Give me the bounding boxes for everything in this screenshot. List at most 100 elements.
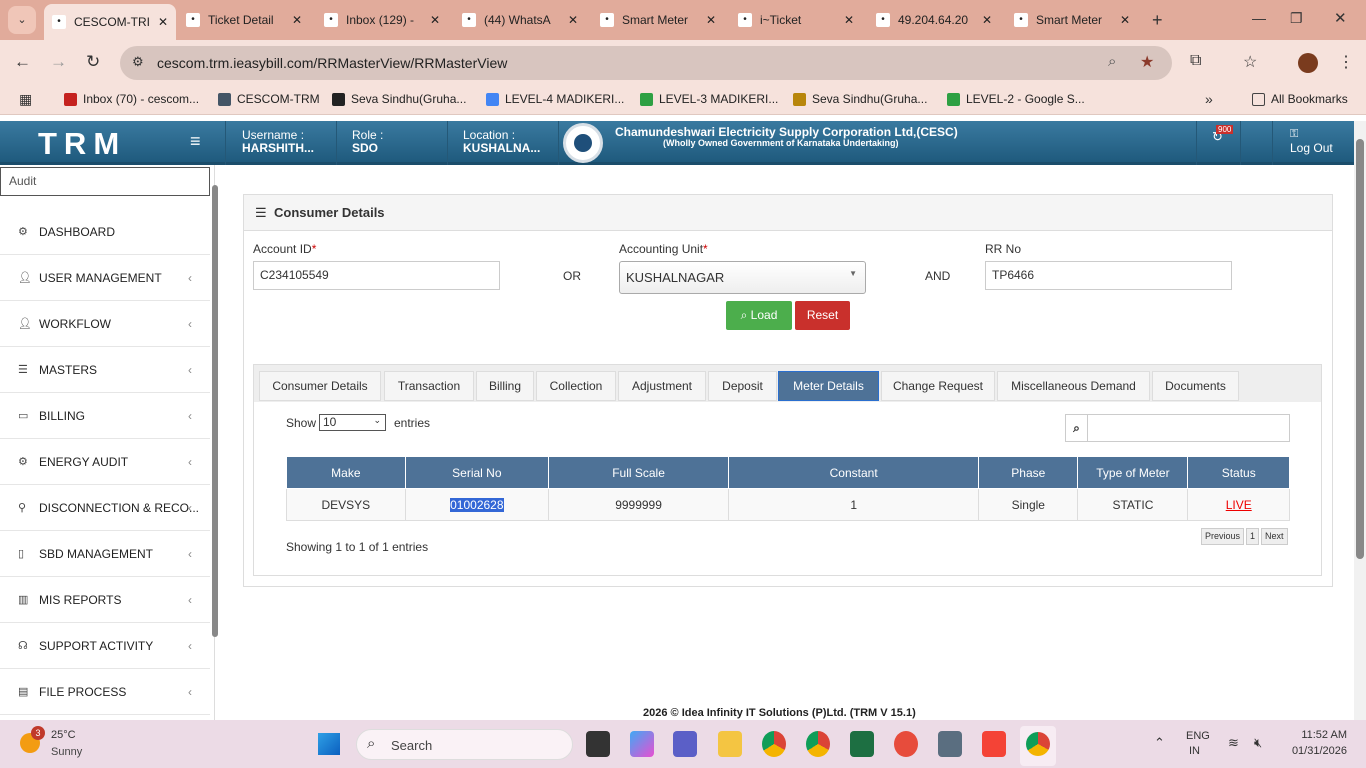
reload-icon[interactable]: ↻ — [86, 52, 100, 72]
calculator-icon[interactable] — [938, 731, 962, 757]
bookmark-item[interactable]: Seva Sindhu(Gruha... — [793, 92, 927, 106]
chrome-icon-2[interactable] — [806, 731, 830, 757]
close-tab-icon[interactable]: ✕ — [430, 13, 440, 27]
volume-muted-icon[interactable]: 🔇︎ — [1254, 735, 1262, 751]
tab-item[interactable]: Billing — [476, 371, 534, 401]
rr-no-input[interactable]: TP6466 — [985, 261, 1232, 290]
menu-search-input[interactable]: Audit — [0, 167, 210, 196]
sidebar-item[interactable]: ☰ MASTERS ‹ — [0, 347, 210, 393]
column-header[interactable]: Make — [286, 456, 406, 489]
tab-item[interactable]: Deposit — [708, 371, 777, 401]
sidebar-item[interactable]: ▭ BILLING ‹ — [0, 393, 210, 439]
tab-item[interactable]: Consumer Details — [259, 371, 381, 401]
browser-tab[interactable]: • Inbox (129) - ✕ — [316, 6, 448, 34]
column-header[interactable]: Phase — [978, 456, 1079, 489]
excel-icon[interactable] — [850, 731, 874, 757]
table-search-input[interactable]: ⌕ — [1065, 414, 1290, 442]
url-text[interactable]: cescom.trm.ieasybill.com/RRMasterView/RR… — [157, 55, 507, 71]
account-id-input[interactable]: C234105549 — [253, 261, 500, 290]
app-icon[interactable] — [894, 731, 918, 757]
tab-item[interactable]: Miscellaneous Demand — [997, 371, 1150, 401]
next-page-button[interactable]: Next — [1261, 528, 1288, 545]
chrome-active-taskbar-button[interactable] — [1020, 726, 1056, 766]
tab-item[interactable]: Change Request — [881, 371, 995, 401]
sidebar-item[interactable]: ▤ FILE PROCESS ‹ — [0, 669, 210, 715]
column-header[interactable]: Status — [1187, 456, 1290, 489]
all-bookmarks[interactable]: All Bookmarks — [1252, 92, 1348, 106]
tab-search-button[interactable]: ⌄ — [8, 6, 36, 34]
close-tab-icon[interactable]: ✕ — [158, 15, 168, 29]
close-tab-icon[interactable]: ✕ — [982, 13, 992, 27]
close-tab-icon[interactable]: ✕ — [706, 13, 716, 27]
anydesk-icon[interactable] — [982, 731, 1006, 757]
sidebar-item[interactable]: ▯ SBD MANAGEMENT ‹ — [0, 531, 210, 577]
tab-item[interactable]: Adjustment — [618, 371, 706, 401]
tab-item[interactable]: Documents — [1152, 371, 1239, 401]
more-bookmarks-icon[interactable]: » — [1205, 91, 1213, 107]
tray-chevron-icon[interactable]: ⌃ — [1154, 735, 1165, 751]
accounting-unit-select[interactable]: KUSHALNAGAR ▼ — [619, 261, 866, 294]
sidebar-item[interactable]: ⚙ DASHBOARD — [0, 209, 210, 255]
taskbar-search[interactable]: ⌕ Search — [356, 729, 573, 760]
clock[interactable]: 11:52 AM 01/31/2026 — [1285, 729, 1347, 757]
sidebar-item[interactable]: 👤︎ USER MANAGEMENT ‹ — [0, 255, 210, 301]
column-header[interactable]: Full Scale — [547, 456, 730, 489]
profile-avatar[interactable] — [1298, 53, 1318, 73]
browser-tab[interactable]: • i~Ticket ✕ — [730, 6, 862, 34]
browser-tab[interactable]: • Smart Meter ✕ — [592, 6, 724, 34]
sidebar-item[interactable]: ⚲ DISCONNECTION & RECO... ‹ — [0, 485, 210, 531]
copilot-icon[interactable] — [630, 731, 654, 757]
bookmark-item[interactable]: CESCOM-TRM — [218, 92, 320, 106]
browser-tab[interactable]: • (44) WhatsA ✕ — [454, 6, 586, 34]
close-tab-icon[interactable]: ✕ — [568, 13, 578, 27]
site-info-icon[interactable]: ⚙ — [132, 54, 144, 70]
load-button[interactable]: ⌕ Load — [726, 301, 792, 330]
previous-page-button[interactable]: Previous — [1201, 528, 1245, 545]
sidebar-scrollbar[interactable] — [212, 185, 218, 637]
bookmark-item[interactable]: Seva Sindhu(Gruha... — [332, 92, 466, 106]
new-tab-button[interactable]: + — [1152, 10, 1163, 31]
sidebar-item[interactable]: ⚙ ENERGY AUDIT ‹ — [0, 439, 210, 485]
sidebar-item[interactable]: ☊ SUPPORT ACTIVITY ‹ — [0, 623, 210, 669]
browser-tab[interactable]: • 49.204.64.20 ✕ — [868, 6, 1000, 34]
column-header[interactable]: Serial No — [404, 456, 549, 489]
entries-select[interactable]: 10 ⌄ — [319, 414, 386, 431]
sidebar-item[interactable]: 👤︎ WORKFLOW ‹ — [0, 301, 210, 347]
browser-tab[interactable]: • Smart Meter ✕ — [1006, 6, 1138, 34]
file-explorer-icon[interactable] — [718, 731, 742, 757]
column-header[interactable]: Type of Meter — [1077, 456, 1189, 489]
language-indicator[interactable]: ENG IN — [1186, 730, 1210, 757]
hamburger-icon[interactable]: ≡ — [190, 131, 201, 152]
browser-tab[interactable]: • Ticket Detail ✕ — [178, 6, 310, 34]
wifi-icon[interactable]: ≋ — [1228, 735, 1239, 751]
browser-tab[interactable]: • CESCOM-TRI ✕ — [44, 4, 176, 40]
task-view-icon[interactable] — [586, 731, 610, 757]
maximize-button[interactable]: ❐ — [1290, 10, 1303, 27]
bookmark-item[interactable]: LEVEL-2 - Google S... — [947, 92, 1085, 106]
chrome-icon[interactable] — [762, 731, 786, 757]
column-header[interactable]: Constant — [728, 456, 980, 489]
teams-icon[interactable] — [673, 731, 697, 757]
forward-icon[interactable]: → — [50, 52, 67, 72]
close-window-button[interactable]: ✕ — [1334, 9, 1347, 27]
zoom-icon[interactable]: ⌕ — [1108, 53, 1116, 70]
menu-icon[interactable]: ⋮ — [1338, 52, 1354, 72]
minimize-button[interactable]: — — [1252, 10, 1266, 26]
bookmark-star-icon[interactable]: ★ — [1140, 52, 1154, 72]
reset-button[interactable]: Reset — [795, 301, 850, 330]
page-1-button[interactable]: 1 — [1246, 528, 1260, 545]
back-icon[interactable]: ← — [14, 52, 31, 72]
apps-icon[interactable]: ▦ — [19, 91, 32, 108]
reading-list-icon[interactable]: ☆ — [1243, 52, 1257, 72]
close-tab-icon[interactable]: ✕ — [1120, 13, 1130, 27]
bookmark-item[interactable]: LEVEL-4 MADIKERI... — [486, 92, 624, 106]
table-cell[interactable]: LIVE — [1187, 488, 1290, 521]
page-scrollbar[interactable] — [1354, 121, 1366, 720]
tab-item[interactable]: Transaction — [384, 371, 474, 401]
close-tab-icon[interactable]: ✕ — [844, 13, 854, 27]
tab-item[interactable]: Meter Details — [778, 371, 879, 401]
close-tab-icon[interactable]: ✕ — [292, 13, 302, 27]
logout-button[interactable]: Log Out — [1290, 141, 1333, 155]
windows-start-icon[interactable] — [318, 733, 340, 755]
bookmark-item[interactable]: LEVEL-3 MADIKERI... — [640, 92, 778, 106]
